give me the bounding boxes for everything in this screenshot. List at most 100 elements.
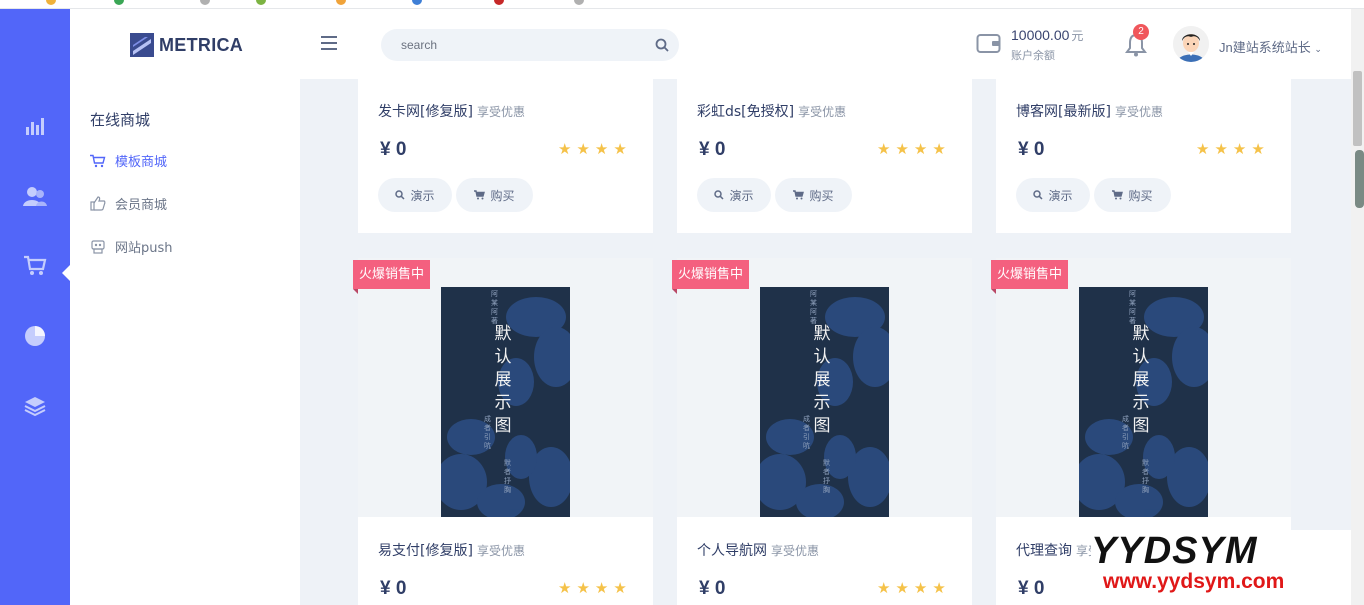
product-image[interactable]: 默认展示图 阿某阿 著 成者引吭 默者抒胸 火爆销售中 [672,258,972,517]
product-subtitle: 享受优惠 [771,544,820,558]
active-indicator [62,265,70,281]
balance-amount: 10000.00 [1011,27,1070,43]
left-icon-rail [0,9,70,605]
demo-button-label: 演示 [1048,188,1073,203]
product-card: 发卡网[修复版] 享受优惠 ¥ 0 ★★★★ 演示 购买 [358,79,653,233]
product-card: 彩虹ds[免授权] 享受优惠 ¥ 0 ★★★★ 演示 购买 [677,79,972,233]
demo-button-label: 演示 [729,188,754,203]
product-card: 博客网[最新版] 享受优惠 ¥ 0 ★★★★ 演示 购买 [996,79,1291,233]
sidebar-item-site-push[interactable]: 网站push [90,237,173,256]
sidebar-item-label: 会员商城 [115,198,168,213]
layers-icon[interactable] [22,393,48,419]
rating-stars: ★★★★ [1196,140,1270,158]
search-input[interactable]: search [401,38,437,52]
ribbon-tail [353,289,358,294]
product-subtitle: 享受优惠 [476,105,525,119]
search-icon[interactable] [655,38,669,52]
cover-side-text: 成者引吭 [1122,415,1129,450]
user-name: Jn建站系统站长 [1219,40,1311,55]
cart-icon[interactable] [22,253,48,279]
cover-image: 默认展示图 阿某阿 著 成者引吭 默者抒胸 [1079,287,1208,517]
sidebar: 在线商城 模板商城 会员商城 网站push [70,79,300,605]
scrollbar-thumb[interactable] [1353,71,1362,146]
bookmark-icon[interactable] [336,0,346,5]
search-icon [1033,190,1044,200]
demo-button-label: 演示 [410,188,435,203]
product-price: ¥ 0 [1018,578,1045,599]
cart-icon [793,190,805,200]
cover-side-text: 默者抒胸 [1142,459,1149,494]
bookmark-icon[interactable] [412,0,422,5]
topbar: METRICA search 10000.00 元 账户余额 2 Jn建站系统站长… [70,9,1351,79]
buy-button[interactable]: 购买 [1094,178,1171,212]
hot-sale-ribbon: 火爆销售中 [991,260,1069,289]
cover-image: 默认展示图 阿某阿 著 成者引吭 默者抒胸 [441,287,570,517]
product-price: ¥ 0 [699,578,726,599]
cover-author: 阿某阿 著 [491,290,498,325]
buy-button-label: 购买 [809,188,834,203]
balance-label: 账户余额 [1011,50,1055,62]
buy-button-label: 购买 [1128,188,1153,203]
thumbs-up-icon [90,196,107,212]
rating-stars: ★★★★ [558,140,632,158]
sidebar-item-template-shop[interactable]: 模板商城 [90,151,167,170]
rating-stars: ★★★★ [558,579,632,597]
cover-title: 默认展示图 [494,324,512,436]
pie-chart-icon[interactable] [22,323,48,349]
demo-button[interactable]: 演示 [1016,178,1090,212]
logo-icon [130,33,154,57]
rating-stars: ★★★★ [877,579,951,597]
product-card: 默认展示图 阿某阿 著 成者引吭 默者抒胸 火爆销售中 易支付[修复版] 享受优惠… [353,258,653,605]
cart-icon [1112,190,1124,200]
menu-toggle-icon[interactable] [321,36,338,50]
rating-stars: ★★★★ [877,140,951,158]
logo[interactable]: METRICA [130,33,243,57]
product-image[interactable]: 默认展示图 阿某阿 著 成者引吭 默者抒胸 火爆销售中 [353,258,653,517]
product-title[interactable]: 发卡网[修复版] [378,104,473,120]
product-price: ¥ 0 [380,139,407,160]
bookmark-icon[interactable] [114,0,124,5]
side-widget-handle[interactable] [1355,150,1364,208]
avatar[interactable] [1173,26,1209,62]
product-image[interactable]: 默认展示图 阿某阿 著 成者引吭 默者抒胸 火爆销售中 [991,258,1291,517]
wallet-icon [976,34,1001,53]
watermark-brand: YYDSYM [1091,530,1258,572]
bar-chart-icon[interactable] [22,113,48,139]
demo-button[interactable]: 演示 [697,178,771,212]
cover-side-text: 成者引吭 [484,415,491,450]
user-menu[interactable]: Jn建站系统站长 ⌄ [1219,37,1322,56]
product-card: 默认展示图 阿某阿 著 成者引吭 默者抒胸 火爆销售中 个人导航网 享受优惠 ¥ … [672,258,972,605]
product-subtitle: 享受优惠 [476,544,525,558]
product-title[interactable]: 彩虹ds[免授权] [697,104,794,120]
product-price: ¥ 0 [380,578,407,599]
watermark-url: www.yydsym.com [1103,570,1285,593]
sidebar-title: 在线商城 [90,111,151,129]
page-scrollbar[interactable] [1351,9,1364,605]
robot-icon [90,239,107,255]
cover-author: 阿某阿 著 [1129,290,1136,325]
search-icon [714,190,725,200]
product-title[interactable]: 博客网[最新版] [1016,104,1111,120]
notification-badge: 2 [1133,24,1149,40]
sidebar-item-label: 模板商城 [115,155,168,170]
cover-title: 默认展示图 [1132,324,1150,436]
cover-side-text: 成者引吭 [803,415,810,450]
bookmark-icon[interactable] [494,0,504,5]
buy-button[interactable]: 购买 [775,178,852,212]
product-title[interactable]: 个人导航网 [697,543,767,559]
bookmark-icon[interactable] [574,0,584,5]
bookmark-icon[interactable] [46,0,56,5]
demo-button[interactable]: 演示 [378,178,452,212]
product-title[interactable]: 代理查询 [1016,543,1072,559]
buy-button[interactable]: 购买 [456,178,533,212]
bookmark-icon[interactable] [256,0,266,5]
balance-unit: 元 [1071,29,1084,43]
logo-text: METRICA [159,34,244,55]
sidebar-item-member-shop[interactable]: 会员商城 [90,194,167,213]
product-title[interactable]: 易支付[修复版] [378,543,473,559]
users-icon[interactable] [22,183,48,209]
bookmark-icon[interactable] [200,0,210,5]
cart-icon [474,190,486,200]
search-box[interactable]: search [381,29,679,61]
product-subtitle: 享受优惠 [1114,105,1163,119]
